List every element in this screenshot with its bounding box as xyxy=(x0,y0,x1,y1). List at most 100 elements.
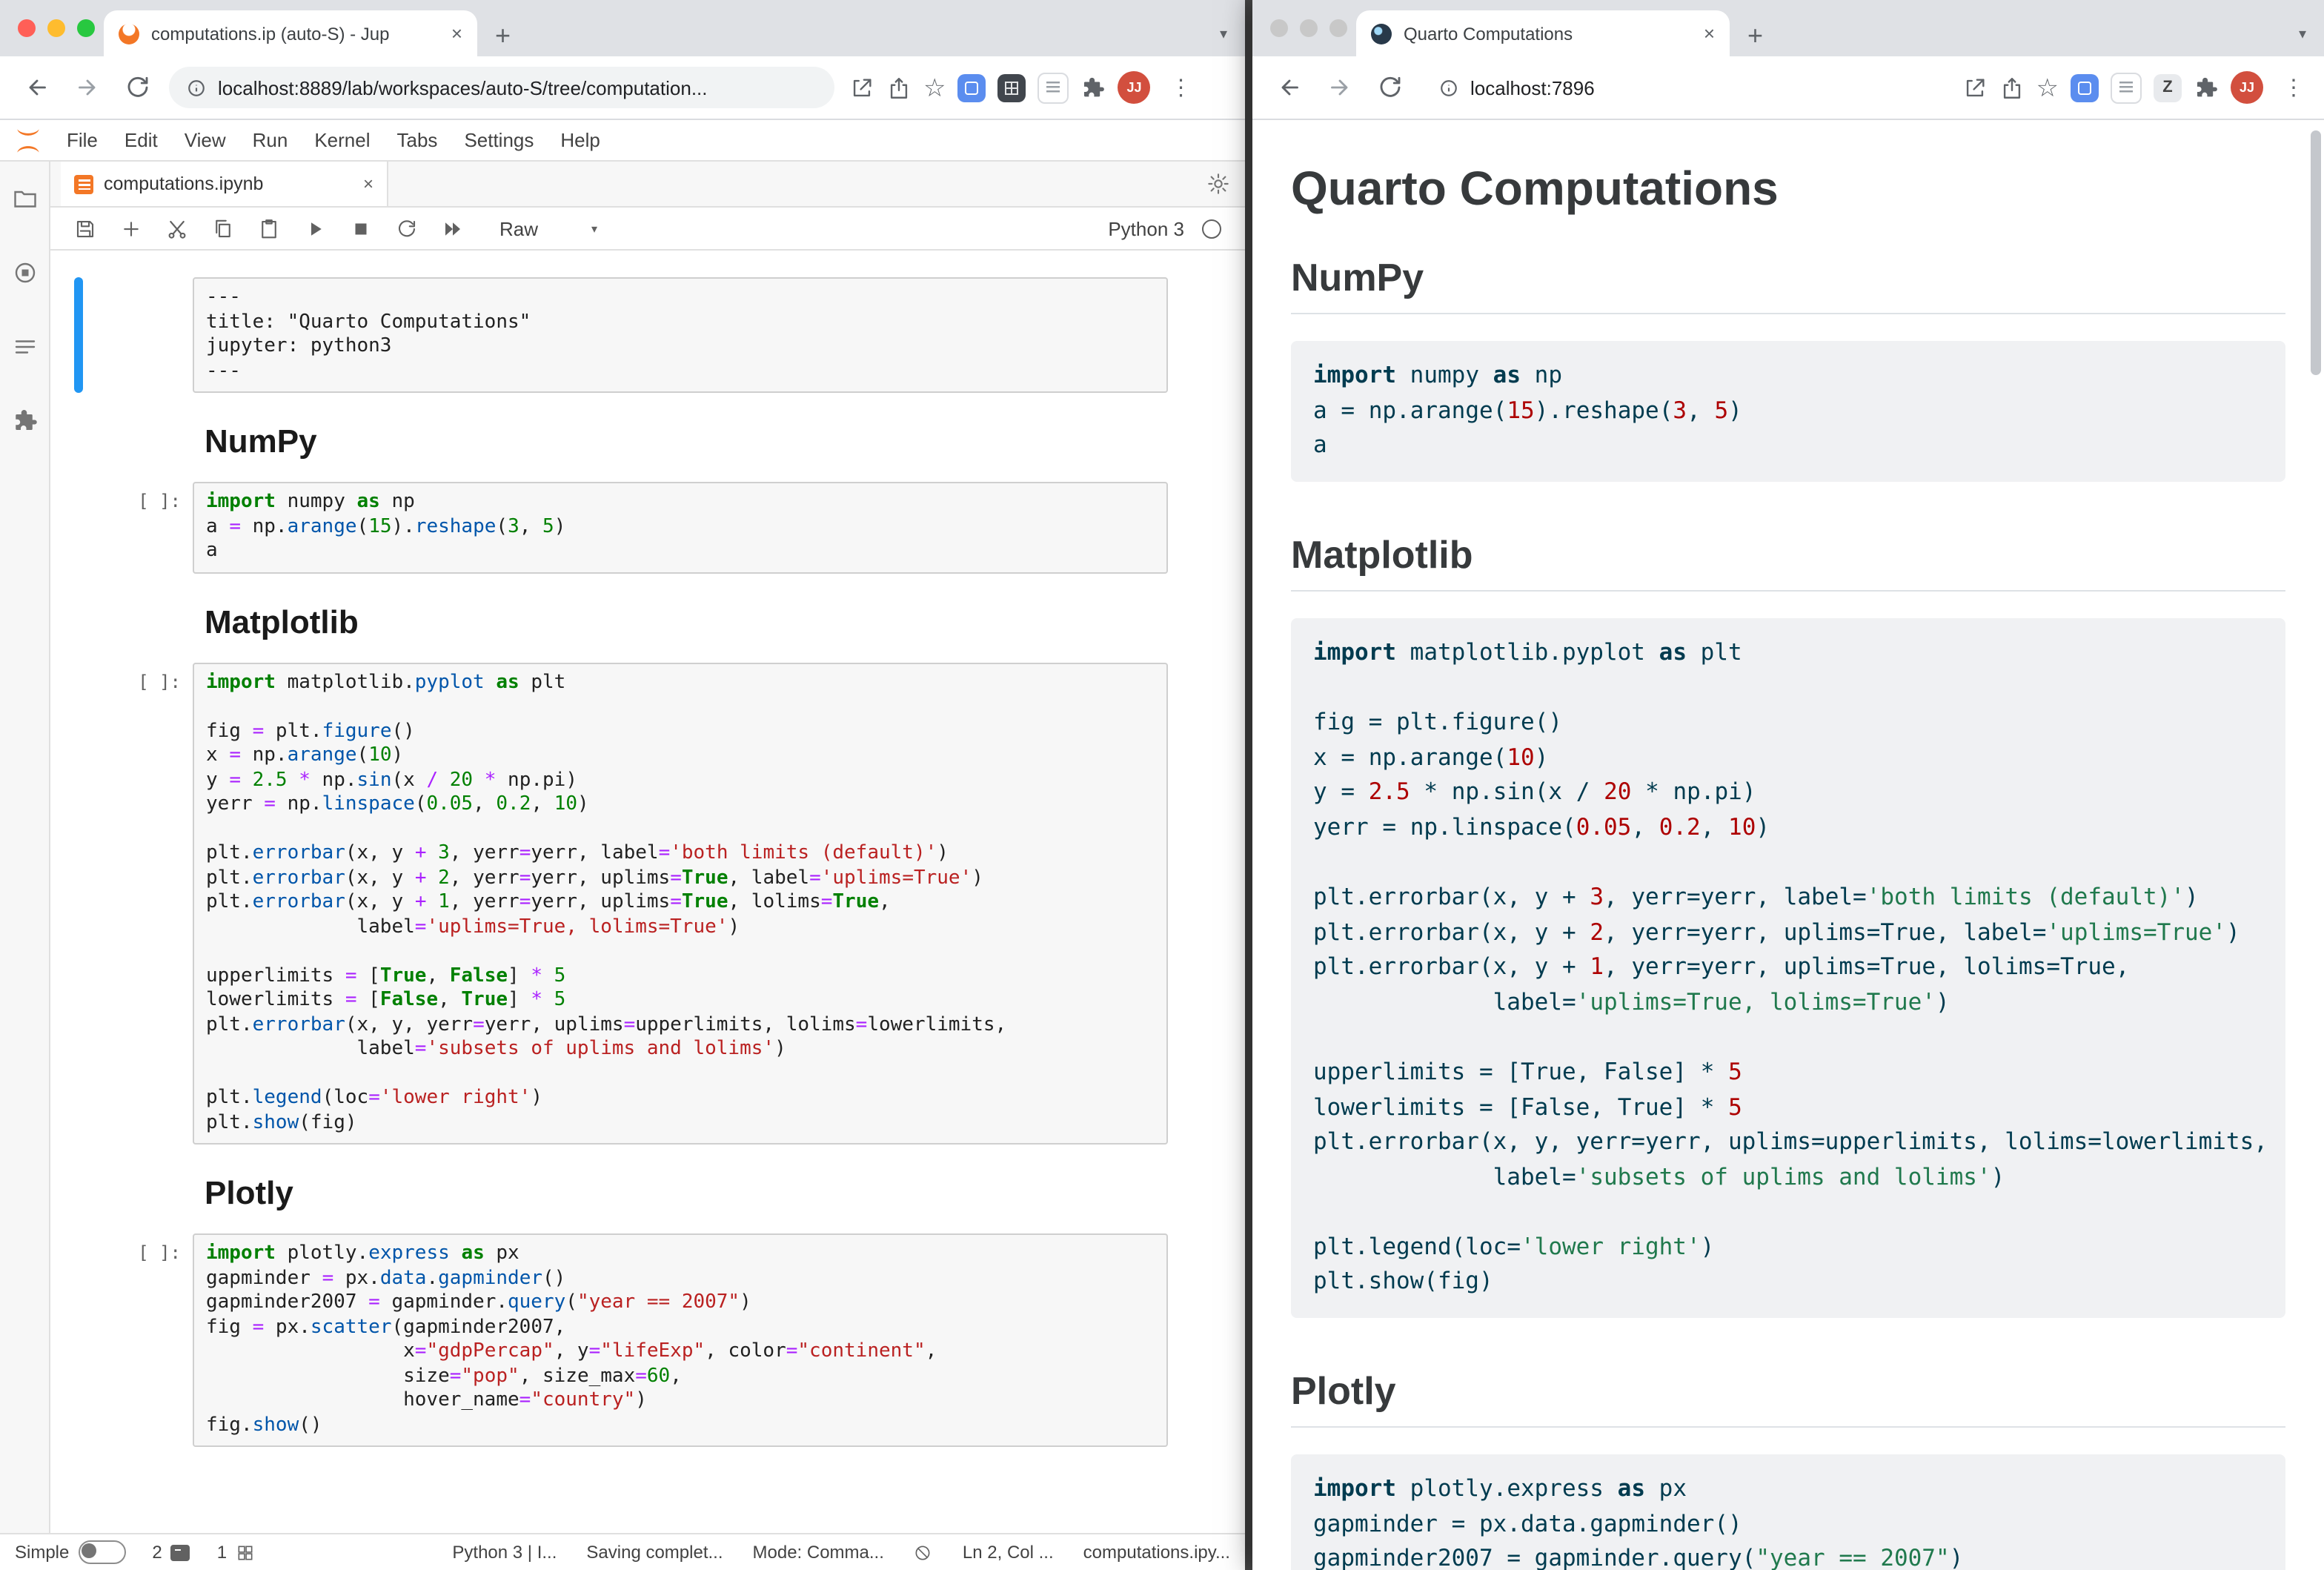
minimize-window-button[interactable] xyxy=(1300,19,1318,37)
settings-gear-icon[interactable] xyxy=(1206,172,1230,196)
tab-search-chevron-icon[interactable]: ▾ xyxy=(2299,27,2306,43)
browser-menu-icon[interactable]: ⋮ xyxy=(2275,74,2312,101)
page-scrollbar[interactable] xyxy=(2311,130,2321,375)
cut-cells-icon[interactable] xyxy=(166,217,188,239)
desktop: computations.ip (auto-S) - Jup × + ▾ loc… xyxy=(0,0,2324,1570)
forward-icon[interactable] xyxy=(1327,74,1353,101)
kernel-count-value: 1 xyxy=(217,1542,227,1563)
bookmark-star-icon[interactable]: ☆ xyxy=(923,75,946,100)
close-window-button[interactable] xyxy=(1270,19,1288,37)
browser-tab[interactable]: computations.ip (auto-S) - Jup × xyxy=(104,10,477,56)
add-cell-icon[interactable] xyxy=(120,217,142,239)
extension-camera-icon[interactable] xyxy=(958,73,986,102)
url-text: localhost:8889/lab/workspaces/auto-S/tre… xyxy=(218,76,708,99)
extension-grid-icon[interactable] xyxy=(998,73,1026,102)
paste-cells-icon[interactable] xyxy=(258,217,280,239)
back-icon[interactable] xyxy=(24,74,50,101)
share-icon[interactable] xyxy=(886,75,912,100)
running-sessions-icon[interactable] xyxy=(11,259,38,286)
extensions-puzzle-icon[interactable] xyxy=(2194,75,2219,100)
extensions-puzzle-icon[interactable] xyxy=(1081,75,1106,100)
address-bar[interactable]: localhost:8889/lab/workspaces/auto-S/tre… xyxy=(169,67,834,108)
markdown-cell-numpy[interactable]: NumPy xyxy=(50,399,1245,476)
kernel-indicator[interactable]: Python 3 xyxy=(1108,217,1221,239)
code-block-numpy[interactable]: import numpy as npa = np.arange(15).resh… xyxy=(1291,341,2285,482)
minimize-window-button[interactable] xyxy=(47,19,65,37)
markdown-cell-matplotlib[interactable]: Matplotlib xyxy=(50,579,1245,656)
terminal-count[interactable]: 2 xyxy=(152,1542,190,1563)
menu-edit[interactable]: Edit xyxy=(111,129,171,151)
table-of-contents-icon[interactable] xyxy=(11,334,38,360)
open-in-new-icon[interactable] xyxy=(1962,75,1988,100)
menu-kernel[interactable]: Kernel xyxy=(301,129,383,151)
zoom-window-button[interactable] xyxy=(1329,19,1347,37)
save-icon[interactable] xyxy=(74,217,96,239)
extension-notes-icon[interactable] xyxy=(2111,72,2142,103)
menu-tabs[interactable]: Tabs xyxy=(384,129,451,151)
extension-camera-icon[interactable] xyxy=(2071,73,2099,102)
cursor-position[interactable]: Ln 2, Col ... xyxy=(963,1542,1054,1563)
site-info-icon[interactable] xyxy=(187,78,206,97)
raw-cell[interactable]: ---title: "Quarto Computations"jupyter: … xyxy=(50,271,1245,399)
notebook-tab[interactable]: computations.ipynb × xyxy=(61,162,388,206)
forward-icon[interactable] xyxy=(74,74,101,101)
bookmark-star-icon[interactable]: ☆ xyxy=(2036,75,2059,100)
simple-mode-toggle[interactable]: Simple xyxy=(15,1540,125,1564)
restart-run-all-icon[interactable] xyxy=(442,217,464,239)
reload-icon[interactable] xyxy=(1377,74,1404,101)
browser-tab[interactable]: Quarto Computations × xyxy=(1356,10,1730,56)
code-cell-plotly[interactable]: [ ]: import plotly.express as pxgapminde… xyxy=(50,1228,1245,1453)
code-editor-plotly[interactable]: import plotly.express as pxgapminder = p… xyxy=(193,1233,1168,1447)
site-info-icon[interactable] xyxy=(1439,78,1458,97)
raw-cell-editor[interactable]: ---title: "Quarto Computations"jupyter: … xyxy=(193,277,1168,393)
file-browser-icon[interactable] xyxy=(11,185,38,212)
code-block-matplotlib[interactable]: import matplotlib.pyplot as plt fig = pl… xyxy=(1291,618,2285,1319)
kernel-status-text[interactable]: Python 3 | I... xyxy=(452,1542,557,1563)
back-icon[interactable] xyxy=(1276,74,1303,101)
run-cell-icon[interactable] xyxy=(304,217,326,239)
open-in-new-icon[interactable] xyxy=(849,75,874,100)
menu-run[interactable]: Run xyxy=(239,129,302,151)
extension-manager-icon[interactable] xyxy=(11,408,38,434)
reload-icon[interactable] xyxy=(124,74,151,101)
extension-z-icon[interactable]: Z xyxy=(2154,73,2182,102)
section-matplotlib: Matplotlib import matplotlib.pyplot as p… xyxy=(1291,532,2285,1319)
saving-status: Saving complet... xyxy=(586,1542,723,1563)
close-tab-icon[interactable]: × xyxy=(451,22,462,44)
menu-help[interactable]: Help xyxy=(547,129,614,151)
cell-collapser[interactable] xyxy=(74,277,83,393)
notebook-file-icon xyxy=(74,174,93,193)
address-bar[interactable]: localhost:7896 xyxy=(1421,67,1948,108)
interrupt-kernel-icon[interactable] xyxy=(350,217,372,239)
menu-settings[interactable]: Settings xyxy=(451,129,547,151)
profile-avatar[interactable]: JJ xyxy=(1118,71,1151,104)
close-notebook-tab-icon[interactable]: × xyxy=(363,173,374,194)
new-tab-button[interactable]: + xyxy=(495,22,511,49)
close-tab-icon[interactable]: × xyxy=(1704,22,1715,44)
toggle-switch[interactable] xyxy=(78,1540,125,1564)
code-editor-matplotlib[interactable]: import matplotlib.pyplot as plt fig = pl… xyxy=(193,662,1168,1145)
markdown-rendered: NumPy xyxy=(193,405,1168,470)
markdown-cell-plotly[interactable]: Plotly xyxy=(50,1150,1245,1228)
code-block-plotly[interactable]: import plotly.express as pxgapminder = p… xyxy=(1291,1454,2285,1570)
jupyterlab-body: computations.ipynb × Raw xyxy=(0,162,1245,1533)
close-window-button[interactable] xyxy=(18,19,36,37)
copy-cells-icon[interactable] xyxy=(212,217,234,239)
restart-kernel-icon[interactable] xyxy=(396,217,418,239)
menu-file[interactable]: File xyxy=(53,129,111,151)
share-icon[interactable] xyxy=(1999,75,2025,100)
code-editor-numpy[interactable]: import numpy as npa = np.arange(15).resh… xyxy=(193,482,1168,573)
kernel-status-icon xyxy=(1202,219,1221,238)
new-tab-button[interactable]: + xyxy=(1747,22,1763,49)
cell-type-select[interactable]: Raw ▾ xyxy=(499,217,597,239)
menu-view[interactable]: View xyxy=(171,129,239,151)
code-cell-matplotlib[interactable]: [ ]: import matplotlib.pyplot as plt fig… xyxy=(50,656,1245,1150)
zoom-window-button[interactable] xyxy=(77,19,95,37)
profile-avatar[interactable]: JJ xyxy=(2231,71,2263,104)
extension-notes-icon[interactable] xyxy=(1038,72,1069,103)
quarto-page: Quarto Computations NumPy import numpy a… xyxy=(1252,120,2324,1570)
tab-search-chevron-icon[interactable]: ▾ xyxy=(1220,27,1227,43)
browser-menu-icon[interactable]: ⋮ xyxy=(1163,74,1200,101)
kernel-count[interactable]: 1 xyxy=(217,1542,255,1563)
code-cell-numpy[interactable]: [ ]: import numpy as npa = np.arange(15)… xyxy=(50,476,1245,579)
